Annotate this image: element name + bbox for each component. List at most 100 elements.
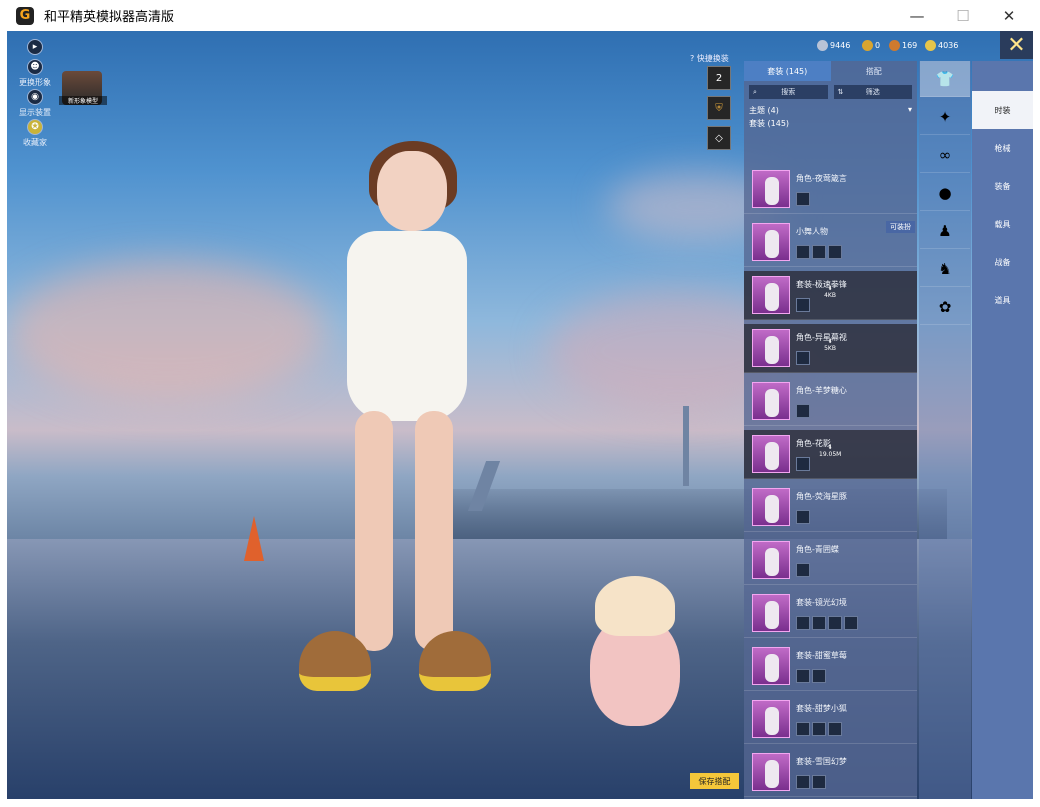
sub-item-thumb[interactable] (828, 245, 842, 259)
list-item[interactable]: 套装-甜梦小狐 (744, 695, 917, 744)
list-item[interactable]: 套装-镜光幻境 (744, 589, 917, 638)
side-menu-item[interactable]: 装备 (972, 167, 1033, 205)
side-menu-item[interactable]: 时装 (972, 91, 1033, 129)
tab-matching[interactable]: 搭配 (831, 61, 918, 81)
sub-item-thumb[interactable] (796, 669, 810, 683)
collector-button[interactable]: ✪ 收藏家 (14, 119, 56, 148)
list-item[interactable]: 小舞人物 可装扮 (744, 218, 917, 267)
change-appearance-button[interactable]: ☻ 更换形象 (14, 59, 56, 88)
sub-items (796, 669, 826, 683)
category-figure[interactable]: ♟ (920, 213, 970, 249)
theme-header[interactable]: 主题 (4) ▾ (749, 105, 917, 116)
list-item[interactable]: 套装-极速拳锋 ⬇ 4KB (744, 271, 917, 320)
close-wardrobe-button[interactable]: ✕ (1000, 31, 1033, 59)
quick-shield-button[interactable]: ⛨ (707, 96, 731, 120)
sub-item-thumb[interactable] (796, 192, 810, 206)
sub-item-thumb[interactable] (812, 616, 826, 630)
sub-item-thumb[interactable] (796, 722, 810, 736)
category-toy[interactable]: ✿ (920, 289, 970, 325)
outfit-panel: 套装 (145) 搭配 ⌕ 搜索 ⇅ 筛选 主题 (4) ▾ 套装 (145) 角色-… (744, 61, 917, 799)
side-menu-item[interactable]: 战备 (972, 243, 1033, 281)
play-button[interactable]: ▸ (14, 39, 56, 57)
category-pose[interactable]: ♞ (920, 251, 970, 287)
sub-item-thumb[interactable] (796, 510, 810, 524)
filter-button[interactable]: ⇅ 筛选 (833, 85, 912, 99)
list-item[interactable]: 角色-夜莺箴言 (744, 165, 917, 214)
sub-item-thumb[interactable] (796, 775, 810, 789)
download-icon: ⬇ (827, 444, 833, 451)
bronze-coin-icon (889, 40, 900, 51)
tab-suits[interactable]: 套装 (145) (744, 61, 831, 81)
download-icon: ⬇ (827, 338, 833, 345)
sub-items (796, 404, 810, 418)
sub-item-thumb[interactable] (812, 722, 826, 736)
display-device-button[interactable]: ◉ 显示装置 (14, 89, 56, 118)
pet-companion[interactable] (590, 576, 680, 726)
minimize-button[interactable]: — (894, 0, 940, 31)
toy-icon: ✿ (938, 297, 952, 316)
side-menu-item[interactable]: 道具 (972, 281, 1033, 319)
search-input[interactable]: ⌕ 搜索 (749, 85, 828, 99)
sub-items (796, 563, 810, 577)
list-item[interactable]: 角色-荧海星豚 (744, 483, 917, 532)
close-window-button[interactable]: ✕ (986, 0, 1032, 31)
sub-item-thumb[interactable] (796, 351, 810, 365)
category-ball[interactable]: ● (920, 175, 970, 211)
sub-item-thumb[interactable] (796, 616, 810, 630)
maximize-button[interactable]: ☐ (940, 0, 986, 31)
currency-bronze: 169 (889, 40, 917, 51)
outfit-thumbnail (752, 170, 790, 208)
side-menu-item[interactable]: 枪械 (972, 129, 1033, 167)
list-item[interactable]: 角色-花影 ⬇ 19.05M (744, 430, 917, 479)
list-item[interactable]: 角色-异星幕视 ⬇ 5KB (744, 324, 917, 373)
outfit-icon: 👕 (935, 69, 955, 88)
search-icon: ⌕ (753, 87, 757, 96)
sub-items (796, 457, 810, 471)
sub-item-thumb[interactable] (796, 563, 810, 577)
outfit-thumbnail (752, 647, 790, 685)
quick-diamond-button[interactable]: ◇ (707, 126, 731, 150)
outfit-list[interactable]: 角色-夜莺箴言 小舞人物 可装扮 套装-极速拳锋 ⬇ 4KB 角色-异星幕视 ⬇ 5KB 角色-羊… (744, 165, 917, 799)
quick-switch-label: ? 快捷换装 (690, 54, 729, 63)
sub-item-thumb[interactable] (812, 245, 826, 259)
outfit-name: 套装-雪国幻梦 (796, 757, 847, 766)
sub-item-thumb[interactable] (812, 775, 826, 789)
glasses-icon: ∞ (938, 145, 952, 164)
sub-item-thumb[interactable] (828, 722, 842, 736)
chevron-down-icon: ▾ (907, 105, 912, 114)
outfit-thumbnail (752, 753, 790, 791)
outfit-thumbnail (752, 700, 790, 738)
list-item[interactable]: 套装-雪国幻梦 (744, 748, 917, 797)
sub-item-thumb[interactable] (796, 404, 810, 418)
outfit-name: 小舞人物 (796, 227, 828, 236)
character-dress (347, 231, 467, 421)
download-indicator[interactable]: ⬇ 19.05M (819, 444, 841, 458)
game-scene: ▸ ☻ 更换形象 ◉ 显示装置 ✪ 收藏家 新形象模型 ? 快捷换装 2 ⛨ ◇… (7, 31, 1033, 799)
list-item[interactable]: 角色-青囲蝶 (744, 536, 917, 585)
quick-outfit-2-button[interactable]: 2 (707, 66, 731, 90)
list-item[interactable]: 角色-羊梦糖心 (744, 377, 917, 426)
category-outfit[interactable]: 👕 (920, 61, 970, 97)
sub-item-thumb[interactable] (812, 669, 826, 683)
outfit-2-icon: 2 (715, 72, 723, 84)
sub-item-thumb[interactable] (796, 298, 810, 312)
sub-item-thumb[interactable] (844, 616, 858, 630)
sub-item-thumb[interactable] (796, 245, 810, 259)
sub-item-thumb[interactable] (796, 457, 810, 471)
download-indicator[interactable]: ⬇ 4KB (819, 285, 841, 299)
silver-coin-icon (817, 40, 828, 51)
character-leg (415, 411, 453, 651)
shield-icon: ⛨ (715, 102, 723, 114)
category-glasses[interactable]: ∞ (920, 137, 970, 173)
ball-icon: ● (938, 183, 952, 202)
side-menu-item[interactable]: 载具 (972, 205, 1033, 243)
list-item[interactable]: 套装-甜蜜草莓 (744, 642, 917, 691)
save-outfit-button[interactable]: 保存搭配 (690, 773, 739, 789)
sub-item-thumb[interactable] (828, 616, 842, 630)
sub-items (796, 616, 858, 630)
download-indicator[interactable]: ⬇ 5KB (819, 338, 841, 352)
collector-icon: ✪ (27, 119, 43, 135)
sub-items (796, 510, 810, 524)
window-titlebar: G 和平精英模拟器高清版 — ☐ ✕ (0, 0, 1040, 31)
category-gun[interactable]: ✦ (920, 99, 970, 135)
